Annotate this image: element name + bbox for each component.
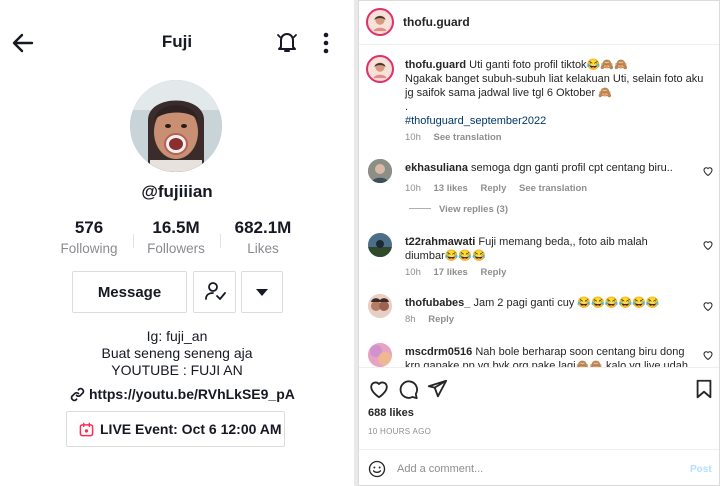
following-button[interactable] [193,271,236,313]
comment-body: ekhasuliana semoga dgn ganti profil cpt … [405,161,690,196]
comment-likes[interactable]: 13 likes [434,183,468,194]
bio-line: YOUTUBE : FUJI AN [111,362,243,378]
bio-line: Buat seneng seneng aja [101,345,253,361]
stat-label: Followers [147,241,205,256]
profile-stats: 576 Following 16.5M Followers 682.1M Lik… [40,218,314,262]
comments-area[interactable]: thofu.guard Uti ganti foto profil tiktok… [359,45,719,367]
heart-icon[interactable] [368,378,390,400]
comment-time: 8h [405,314,416,325]
comment-body: mscdrm0516 Nah bole berharap soon centan… [405,345,690,367]
comment-body: t22rahmawati Fuji memang beda,, foto aib… [405,235,690,280]
caption-text: Uti ganti foto profil tiktok😂🙈🙈 [469,59,628,71]
likes-count[interactable]: 688 likes [368,407,414,419]
see-translation-link[interactable]: See translation [434,132,502,143]
caret-down-icon [256,288,268,296]
caption-meta: 10h See translation [405,131,705,145]
stat-label: Likes [247,241,279,256]
stat-value: 682.1M [234,218,292,237]
profile-handle: @fujiiian [141,182,213,201]
avatar[interactable] [366,55,394,83]
heart-icon[interactable] [702,300,714,312]
user-check-icon [204,281,226,300]
send-icon[interactable] [426,378,448,400]
reply-button[interactable]: Reply [480,183,506,194]
add-comment-bar: Post [359,449,719,485]
live-event-label: LIVE Event: Oct 6 12:00 AM [100,421,282,437]
post-button[interactable]: Post [690,464,712,475]
profile-link[interactable]: https://youtu.be/RVhLkSE9_pA [70,386,295,404]
stat-value: 16.5M [152,218,200,237]
bookmark-icon[interactable] [693,378,715,400]
caption-text: . [405,101,409,113]
comment-icon[interactable] [397,378,419,400]
link-icon [70,387,85,402]
caption-author[interactable]: thofu.guard [405,59,466,71]
reply-button[interactable]: Reply [428,314,454,325]
post-author[interactable]: thofu.guard [403,15,470,29]
comment-author[interactable]: t22rahmawati [405,236,475,248]
more-vertical-icon[interactable] [318,30,334,56]
profile-bio: Ig: fuji_an Buat seneng seneng aja YOUTU… [0,328,354,379]
stat-followers[interactable]: 16.5M Followers [131,218,221,256]
post-header: thofu.guard [359,1,719,45]
caption-text: Ngakak banget subuh-subuh liat kelakuan … [405,73,704,99]
suggested-dropdown-button[interactable] [241,271,283,313]
heart-icon[interactable] [702,239,714,251]
comment-likes[interactable]: 17 likes [434,267,468,278]
comment-meta: 8h Reply [405,313,690,327]
stat-following[interactable]: 576 Following [44,218,134,256]
calendar-icon [79,422,94,437]
stat-value: 576 [74,218,104,237]
tiktok-top-bar: Fuji [0,26,354,60]
caption-time: 10h [405,132,421,143]
post-caption: thofu.guard Uti ganti foto profil tiktok… [405,58,705,145]
avatar[interactable] [368,294,392,318]
message-button[interactable]: Message [72,271,187,313]
bell-icon[interactable] [275,29,299,55]
profile-avatar[interactable] [130,80,222,172]
tiktok-profile-panel: Fuji @fujiiian 576 Following 16.5M Follo… [0,0,354,486]
heart-icon[interactable] [702,349,714,361]
post-action-bar [359,367,719,407]
comment-meta: 10h 13 likes Reply See translation [405,182,690,196]
post-timestamp: 10 HOURS AGO [368,427,432,436]
comment-author[interactable]: thofubabes_ [405,297,470,309]
heart-icon[interactable] [702,165,714,177]
see-translation-link[interactable]: See translation [519,183,587,194]
profile-link-text: https://youtu.be/RVhLkSE9_pA [89,386,295,402]
hashtag-link[interactable]: #thofuguard_september2022 [405,114,705,128]
stat-label: Following [60,241,118,256]
divider [409,208,431,209]
comment-author[interactable]: ekhasuliana [405,162,468,174]
bio-line: Ig: fuji_an [146,328,208,344]
avatar[interactable] [368,233,392,257]
reply-button[interactable]: Reply [480,267,506,278]
avatar[interactable] [368,159,392,183]
comment-body: thofubabes_ Jam 2 pagi ganti cuy 😂😂😂😂😂😂 … [405,296,690,327]
avatar[interactable] [366,8,394,36]
comment-time: 10h [405,267,421,278]
emoji-icon[interactable] [368,460,386,478]
stat-likes[interactable]: 682.1M Likes [218,218,308,256]
live-event-button[interactable]: LIVE Event: Oct 6 12:00 AM [66,411,285,447]
comment-time: 10h [405,183,421,194]
comment-input[interactable] [397,459,667,479]
instagram-post-panel: thofu.guard thofu.guard Uti ganti foto p… [358,0,720,486]
view-replies-label: View replies (3) [439,204,508,215]
comment-text: semoga dgn ganti profil cpt centang biru… [471,162,673,174]
avatar[interactable] [368,343,392,367]
comment-meta: 10h 17 likes Reply [405,266,690,280]
profile-title: Fuji [161,32,193,51]
comment-author[interactable]: mscdrm0516 [405,346,472,358]
view-replies-button[interactable]: View replies (3) [409,204,508,215]
comment-text: Jam 2 pagi ganti cuy 😂😂😂😂😂😂 [473,297,660,309]
